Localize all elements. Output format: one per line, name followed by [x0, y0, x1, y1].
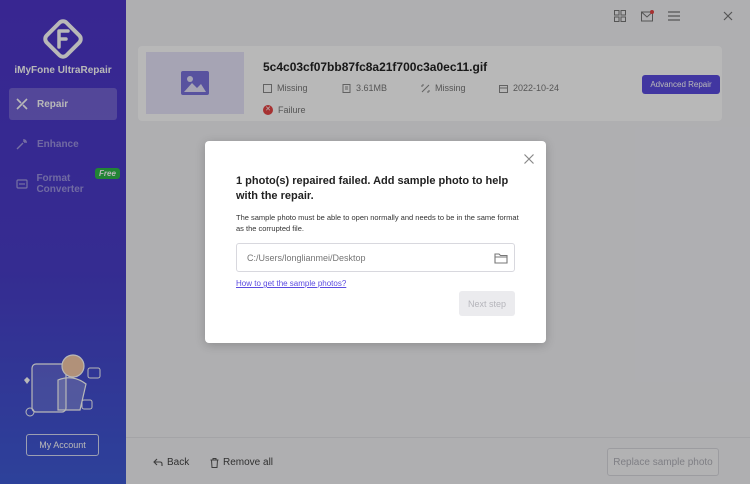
- sample-path-input[interactable]: [237, 244, 487, 271]
- dialog-close-icon[interactable]: [523, 153, 535, 165]
- dialog-description: The sample photo must be able to open no…: [236, 213, 519, 233]
- dialog-title: 1 photo(s) repaired failed. Add sample p…: [236, 175, 509, 202]
- sample-path-field[interactable]: [236, 243, 515, 272]
- sample-photos-help-link[interactable]: How to get the sample photos?: [236, 279, 346, 288]
- folder-icon[interactable]: [494, 251, 508, 265]
- sample-photo-dialog: 1 photo(s) repaired failed. Add sample p…: [205, 141, 546, 343]
- next-step-button[interactable]: Next step: [459, 291, 515, 316]
